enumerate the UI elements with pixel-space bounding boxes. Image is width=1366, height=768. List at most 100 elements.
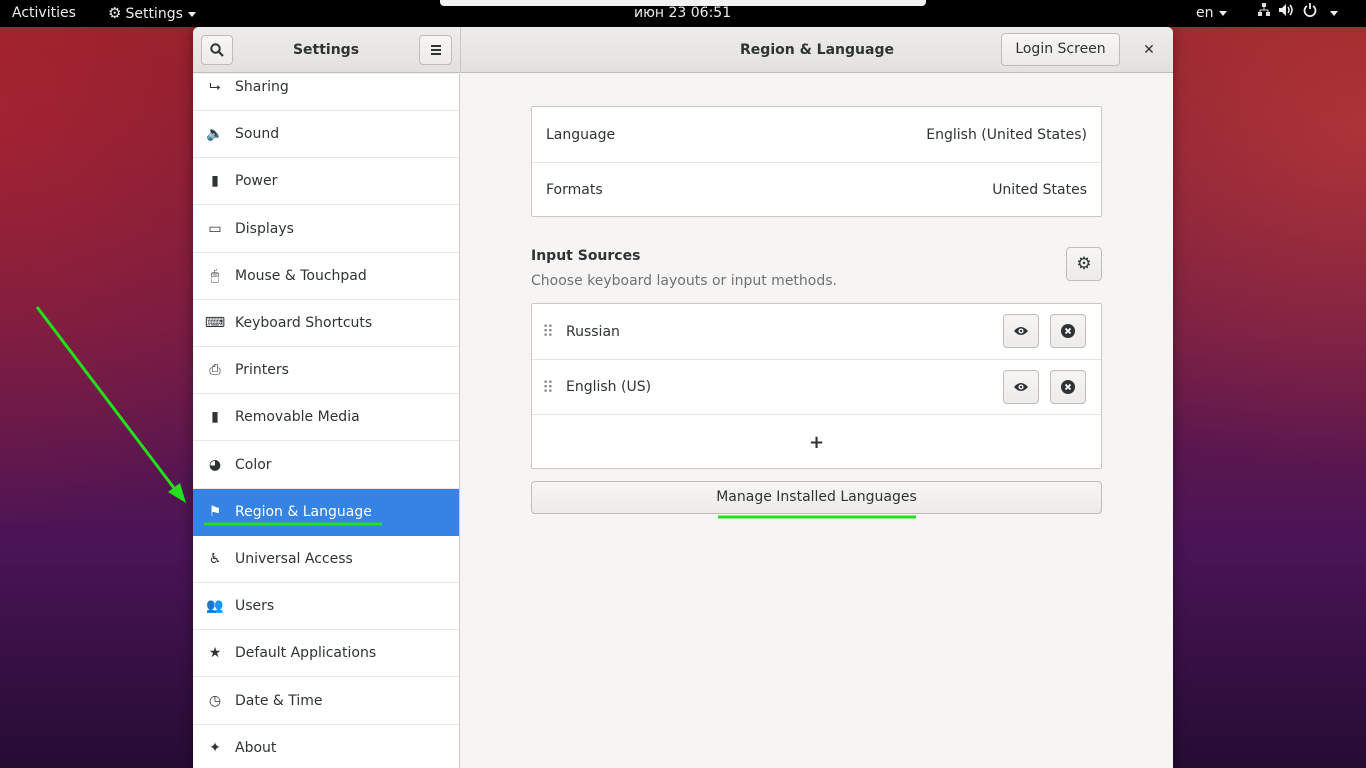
header-bar: Settings Region & Language Login Screen …	[193, 27, 1173, 73]
sidebar-item-label: Date & Time	[235, 692, 323, 709]
sidebar-item-keyboard-shortcuts[interactable]: ⌨ Keyboard Shortcuts	[193, 300, 459, 347]
lang-label: en	[1196, 5, 1214, 21]
sidebar-item-label: Color	[235, 456, 272, 473]
keyboard-language-indicator[interactable]: en	[1196, 0, 1227, 27]
region-language-panel: Language English (United States) Formats…	[461, 74, 1173, 768]
clock-icon: ◷	[208, 692, 222, 709]
volume-icon	[1278, 4, 1302, 21]
sidebar-item-label: About	[235, 739, 277, 756]
language-formats-list: Language English (United States) Formats…	[531, 106, 1102, 217]
sidebar-item-sharing[interactable]: ⮡ Sharing	[193, 74, 459, 111]
speaker-icon: 🔈	[206, 126, 224, 143]
show-layout-button[interactable]	[1003, 314, 1039, 348]
star-icon: ★	[208, 645, 222, 662]
display-icon: ▭	[208, 220, 222, 237]
system-tray[interactable]	[1258, 0, 1339, 27]
app-menu-label: Settings	[125, 6, 183, 22]
close-button[interactable]: ✕	[1137, 39, 1161, 61]
sidebar-item-label: Sound	[235, 126, 280, 143]
eye-icon	[1014, 383, 1028, 391]
sidebar-item-label: Displays	[235, 220, 294, 237]
share-icon: ⮡	[209, 79, 221, 95]
sidebar-item-default-applications[interactable]: ★ Default Applications	[193, 630, 459, 678]
primary-menu-button[interactable]	[419, 35, 452, 65]
search-icon	[210, 43, 224, 57]
input-source-label: Russian	[566, 323, 620, 340]
power-icon	[1303, 3, 1325, 21]
language-row[interactable]: Language English (United States)	[532, 107, 1101, 162]
sidebar-item-label: Keyboard Shortcuts	[235, 315, 373, 331]
eye-icon	[1014, 327, 1028, 335]
gear-icon: ⚙	[1076, 254, 1092, 274]
remove-icon	[1061, 324, 1075, 338]
sidebar-item-label: Power	[235, 173, 278, 190]
sidebar-item-removable-media[interactable]: ▮ Removable Media	[193, 394, 459, 442]
input-sources-list: ⠿ Russian ⠿ English (US) +	[531, 303, 1102, 469]
input-sources-title: Input Sources	[531, 248, 641, 264]
sidebar-item-printers[interactable]: ⎙ Printers	[193, 347, 459, 395]
remove-source-button[interactable]	[1050, 370, 1086, 404]
search-button[interactable]	[201, 35, 233, 65]
chevron-down-icon	[1218, 10, 1227, 16]
top-bar: Activities ⚙ Settings июн 23 06:51 en	[0, 0, 1366, 27]
login-screen-button[interactable]: Login Screen	[1001, 33, 1120, 66]
sidebar-item-power[interactable]: ▮ Power	[193, 158, 459, 206]
network-icon	[1258, 3, 1278, 21]
add-icon: +	[808, 431, 825, 453]
drag-handle-icon[interactable]: ⠿	[542, 322, 554, 341]
language-label: Language	[546, 126, 616, 143]
sidebar-item-label: Printers	[235, 362, 289, 379]
language-value: English (United States)	[926, 126, 1087, 143]
show-layout-button[interactable]	[1003, 370, 1039, 404]
sidebar-item-color[interactable]: ◕ Color	[193, 442, 459, 489]
input-sources-options-button[interactable]: ⚙	[1066, 247, 1102, 281]
input-source-row[interactable]: ⠿ Russian	[532, 304, 1101, 359]
formats-row[interactable]: Formats United States	[532, 162, 1101, 217]
input-sources-subtitle: Choose keyboard layouts or input methods…	[531, 273, 837, 289]
sidebar-item-label: Default Applications	[235, 645, 377, 662]
sidebar-item-date-time[interactable]: ◷ Date & Time	[193, 678, 459, 725]
formats-label: Formats	[546, 182, 603, 198]
sidebar-item-label: Mouse & Touchpad	[235, 267, 367, 284]
gear-icon: ⚙	[108, 4, 122, 22]
flag-icon: ⚑	[208, 503, 222, 520]
sidebar-item-about[interactable]: ✦ About	[193, 725, 459, 768]
battery-icon: ▮	[211, 173, 219, 190]
remove-icon	[1061, 380, 1075, 394]
sparkle-icon: ✦	[209, 739, 221, 756]
chevron-down-icon	[1330, 10, 1339, 16]
users-icon: 👥	[206, 598, 224, 615]
color-icon: ◕	[208, 456, 222, 473]
settings-window: Settings Region & Language Login Screen …	[193, 27, 1173, 768]
accessibility-icon: ♿	[208, 551, 222, 567]
input-source-label: English (US)	[566, 379, 652, 395]
usb-icon: ▮	[211, 409, 219, 426]
sidebar-item-displays[interactable]: ▭ Displays	[193, 206, 459, 253]
sidebar-title: Settings	[292, 42, 360, 58]
sidebar-item-label: Users	[235, 598, 275, 615]
formats-value: United States	[992, 182, 1087, 198]
sidebar-item-region-language[interactable]: ⚑ Region & Language	[193, 488, 459, 536]
app-menu-button[interactable]: ⚙ Settings	[108, 0, 196, 27]
hamburger-icon	[430, 45, 441, 55]
printer-icon: ⎙	[209, 362, 221, 379]
sidebar-item-universal-access[interactable]: ♿ Universal Access	[193, 536, 459, 583]
keyboard-icon: ⌨	[204, 315, 226, 331]
remove-source-button[interactable]	[1050, 314, 1086, 348]
sidebar-item-sound[interactable]: 🔈 Sound	[193, 111, 459, 159]
sidebar-item-mouse-touchpad[interactable]: 🖱 Mouse & Touchpad	[193, 253, 459, 300]
close-icon: ✕	[1143, 42, 1155, 58]
sidebar-item-label: Removable Media	[235, 409, 360, 426]
manage-installed-languages-button[interactable]: Manage Installed Languages	[531, 481, 1102, 514]
chevron-down-icon	[187, 11, 196, 17]
add-input-source-row[interactable]: +	[532, 414, 1101, 469]
sidebar-item-label: Region & Language	[235, 503, 372, 520]
drag-handle-icon[interactable]: ⠿	[542, 378, 554, 397]
activities-button[interactable]: Activities	[12, 0, 76, 27]
input-source-row[interactable]: ⠿ English (US)	[532, 359, 1101, 414]
sidebar-item-label: Sharing	[235, 79, 289, 95]
sidebar: ⮡ Sharing 🔈 Sound ▮ Power ▭ Displays 🖱 Mouse & To…	[193, 74, 460, 768]
sidebar-item-users[interactable]: 👥 Users	[193, 583, 459, 631]
sidebar-item-label: Universal Access	[235, 551, 353, 567]
clock[interactable]: июн 23 06:51	[634, 0, 731, 27]
